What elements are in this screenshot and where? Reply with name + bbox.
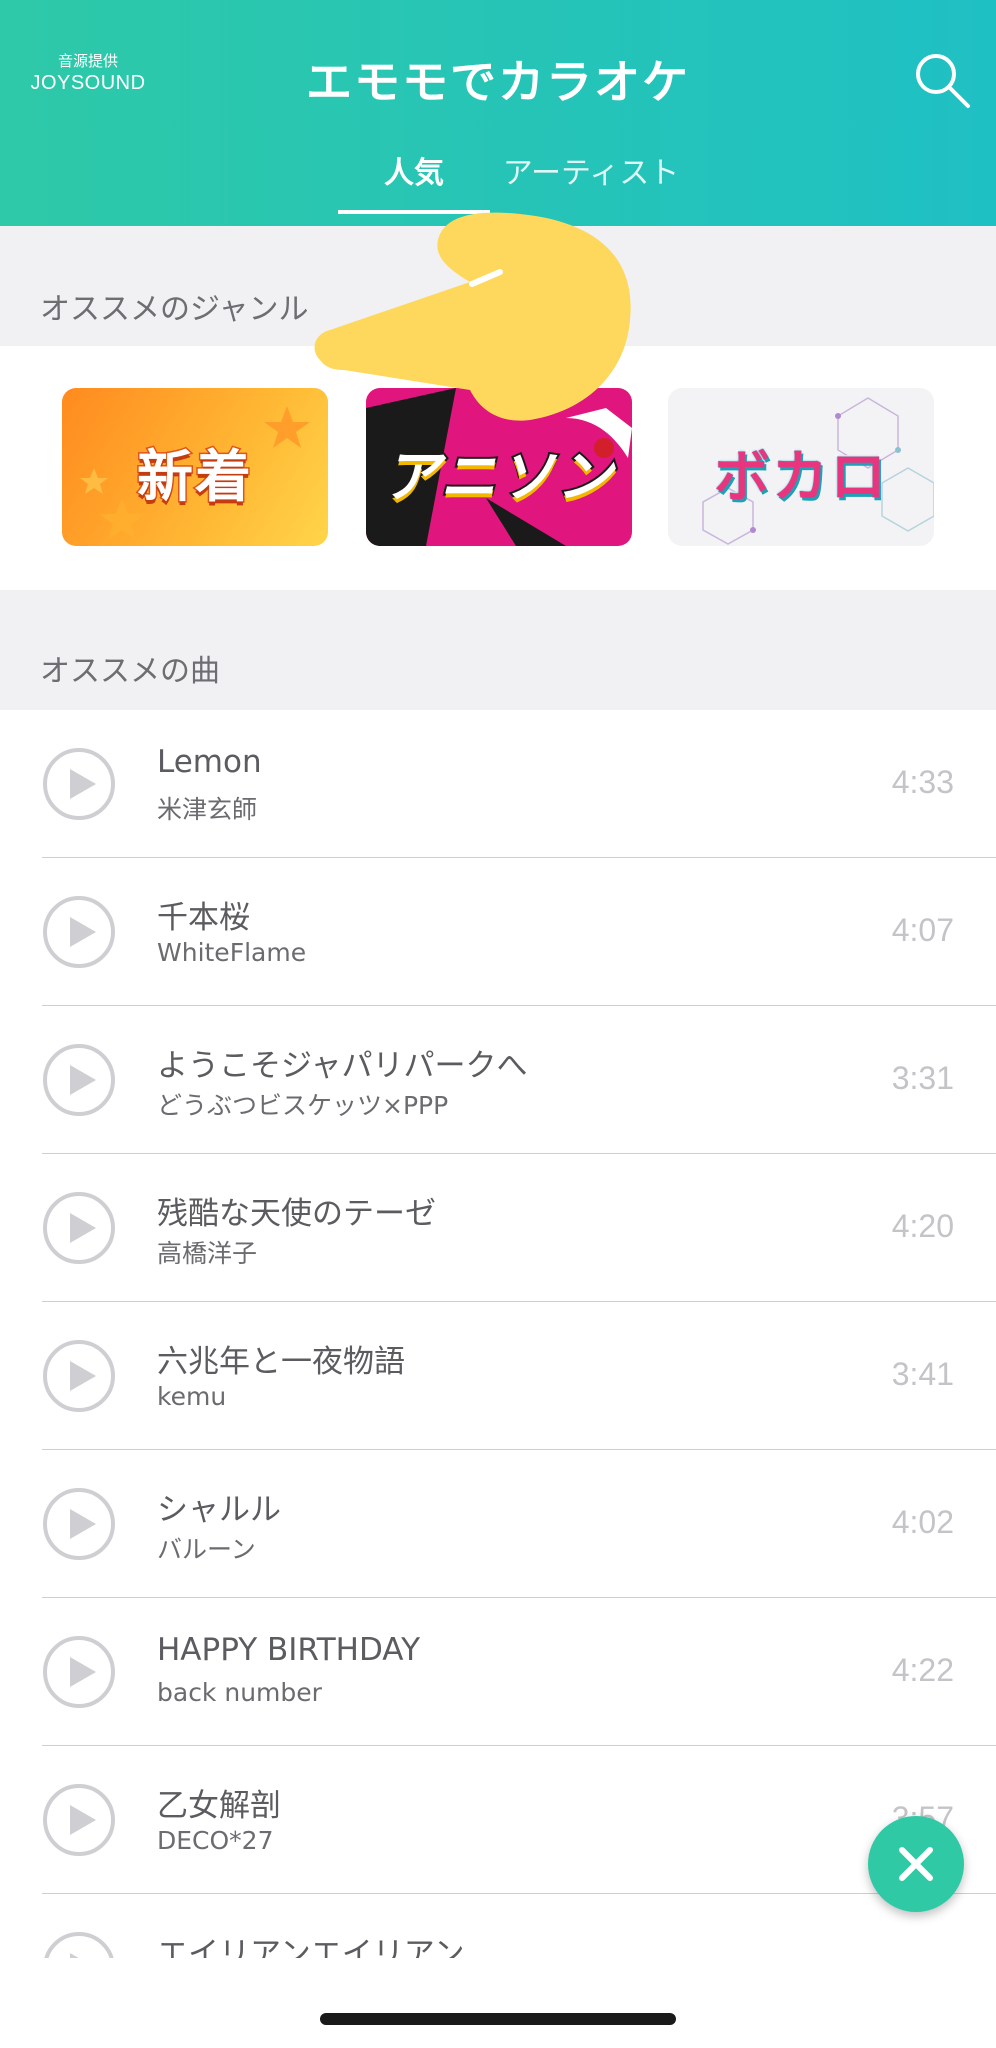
bottom-safe-area bbox=[0, 1958, 996, 2048]
pointing-hand-icon bbox=[314, 212, 631, 421]
genre-label-new: 新着 bbox=[136, 444, 253, 512]
search-button[interactable] bbox=[912, 50, 972, 110]
song-title: Lemon bbox=[157, 744, 262, 780]
song-row[interactable]: 残酷な天使のテーゼ 高橋洋子 4:20 bbox=[0, 1154, 996, 1302]
song-duration: 4:33 bbox=[891, 764, 954, 800]
tab-artist[interactable]: アーティスト bbox=[496, 148, 686, 192]
play-icon[interactable] bbox=[42, 1191, 116, 1265]
song-row[interactable]: 六兆年と一夜物語 kemu 3:41 bbox=[0, 1302, 996, 1450]
song-row[interactable]: シャルル バルーン 4:02 bbox=[0, 1450, 996, 1598]
search-icon bbox=[916, 54, 970, 108]
play-icon[interactable] bbox=[42, 1043, 116, 1117]
song-title: 残酷な天使のテーゼ bbox=[157, 1196, 436, 1232]
header-bar: 音源提供 JOYSOUND エモモでカラオケ 人気 アーティスト bbox=[0, 0, 996, 226]
song-row[interactable]: 千本桜 WhiteFlame 4:07 bbox=[0, 858, 996, 1006]
song-artist: kemu bbox=[157, 1382, 227, 1411]
song-duration: 4:20 bbox=[891, 1208, 954, 1244]
song-artist: 高橋洋子 bbox=[157, 1239, 258, 1268]
karaoke-screen: 音源提供 JOYSOUND エモモでカラオケ 人気 アーティスト オススメのジャ… bbox=[0, 0, 996, 2048]
tab-popular[interactable]: 人気 bbox=[338, 148, 490, 192]
songs-section-title: オススメの曲 bbox=[40, 654, 220, 689]
song-artist: DECO*27 bbox=[157, 1826, 274, 1855]
song-row[interactable]: 乙女解剖 DECO*27 3:57 bbox=[0, 1746, 996, 1894]
song-artist: どうぶつビスケッツ×PPP bbox=[157, 1091, 449, 1120]
genre-section-title: オススメのジャンル bbox=[40, 292, 309, 327]
song-row[interactable]: Lemon 米津玄師 4:33 bbox=[0, 710, 996, 858]
song-artist: バルーン bbox=[157, 1535, 256, 1564]
song-list: Lemon 米津玄師 4:33 千本桜 WhiteFlame 4:07 ようこそ… bbox=[0, 710, 996, 2042]
song-duration: 3:41 bbox=[891, 1356, 954, 1392]
play-icon[interactable] bbox=[42, 747, 116, 821]
genre-card-vocaloid[interactable]: ボカロ bbox=[668, 388, 934, 546]
close-button[interactable] bbox=[868, 1816, 964, 1912]
song-artist: WhiteFlame bbox=[157, 938, 307, 967]
song-artist: 米津玄師 bbox=[157, 795, 258, 824]
play-icon[interactable] bbox=[42, 1635, 116, 1709]
song-title: シャルル bbox=[157, 1492, 281, 1528]
close-icon bbox=[899, 1847, 933, 1881]
song-title: 六兆年と一夜物語 bbox=[157, 1344, 405, 1380]
play-icon[interactable] bbox=[42, 895, 116, 969]
song-title: 千本桜 bbox=[157, 900, 250, 936]
play-icon[interactable] bbox=[42, 1783, 116, 1857]
song-row[interactable]: HAPPY BIRTHDAY back number 4:22 bbox=[0, 1598, 996, 1746]
song-duration: 4:02 bbox=[891, 1504, 954, 1540]
play-icon[interactable] bbox=[42, 1339, 116, 1413]
song-duration: 3:31 bbox=[891, 1060, 954, 1096]
song-artist: back number bbox=[157, 1678, 322, 1707]
song-row[interactable]: ようこそジャパリパークへ どうぶつビスケッツ×PPP 3:31 bbox=[0, 1006, 996, 1154]
song-title: ようこそジャパリパークへ bbox=[157, 1048, 528, 1084]
genre-label-vocaloid: ボカロ bbox=[713, 444, 888, 512]
genre-label-anison: アニソン bbox=[382, 443, 615, 512]
genre-card-new[interactable]: 新着 bbox=[62, 388, 328, 546]
song-duration: 4:22 bbox=[891, 1652, 954, 1688]
play-icon[interactable] bbox=[42, 1487, 116, 1561]
home-indicator[interactable] bbox=[320, 2013, 676, 2025]
song-title: HAPPY BIRTHDAY bbox=[157, 1632, 421, 1668]
song-duration: 4:07 bbox=[891, 912, 954, 948]
song-title: 乙女解剖 bbox=[157, 1788, 281, 1824]
page-title: エモモでカラオケ bbox=[306, 55, 690, 109]
songs-section-header: オススメの曲 bbox=[0, 590, 996, 710]
